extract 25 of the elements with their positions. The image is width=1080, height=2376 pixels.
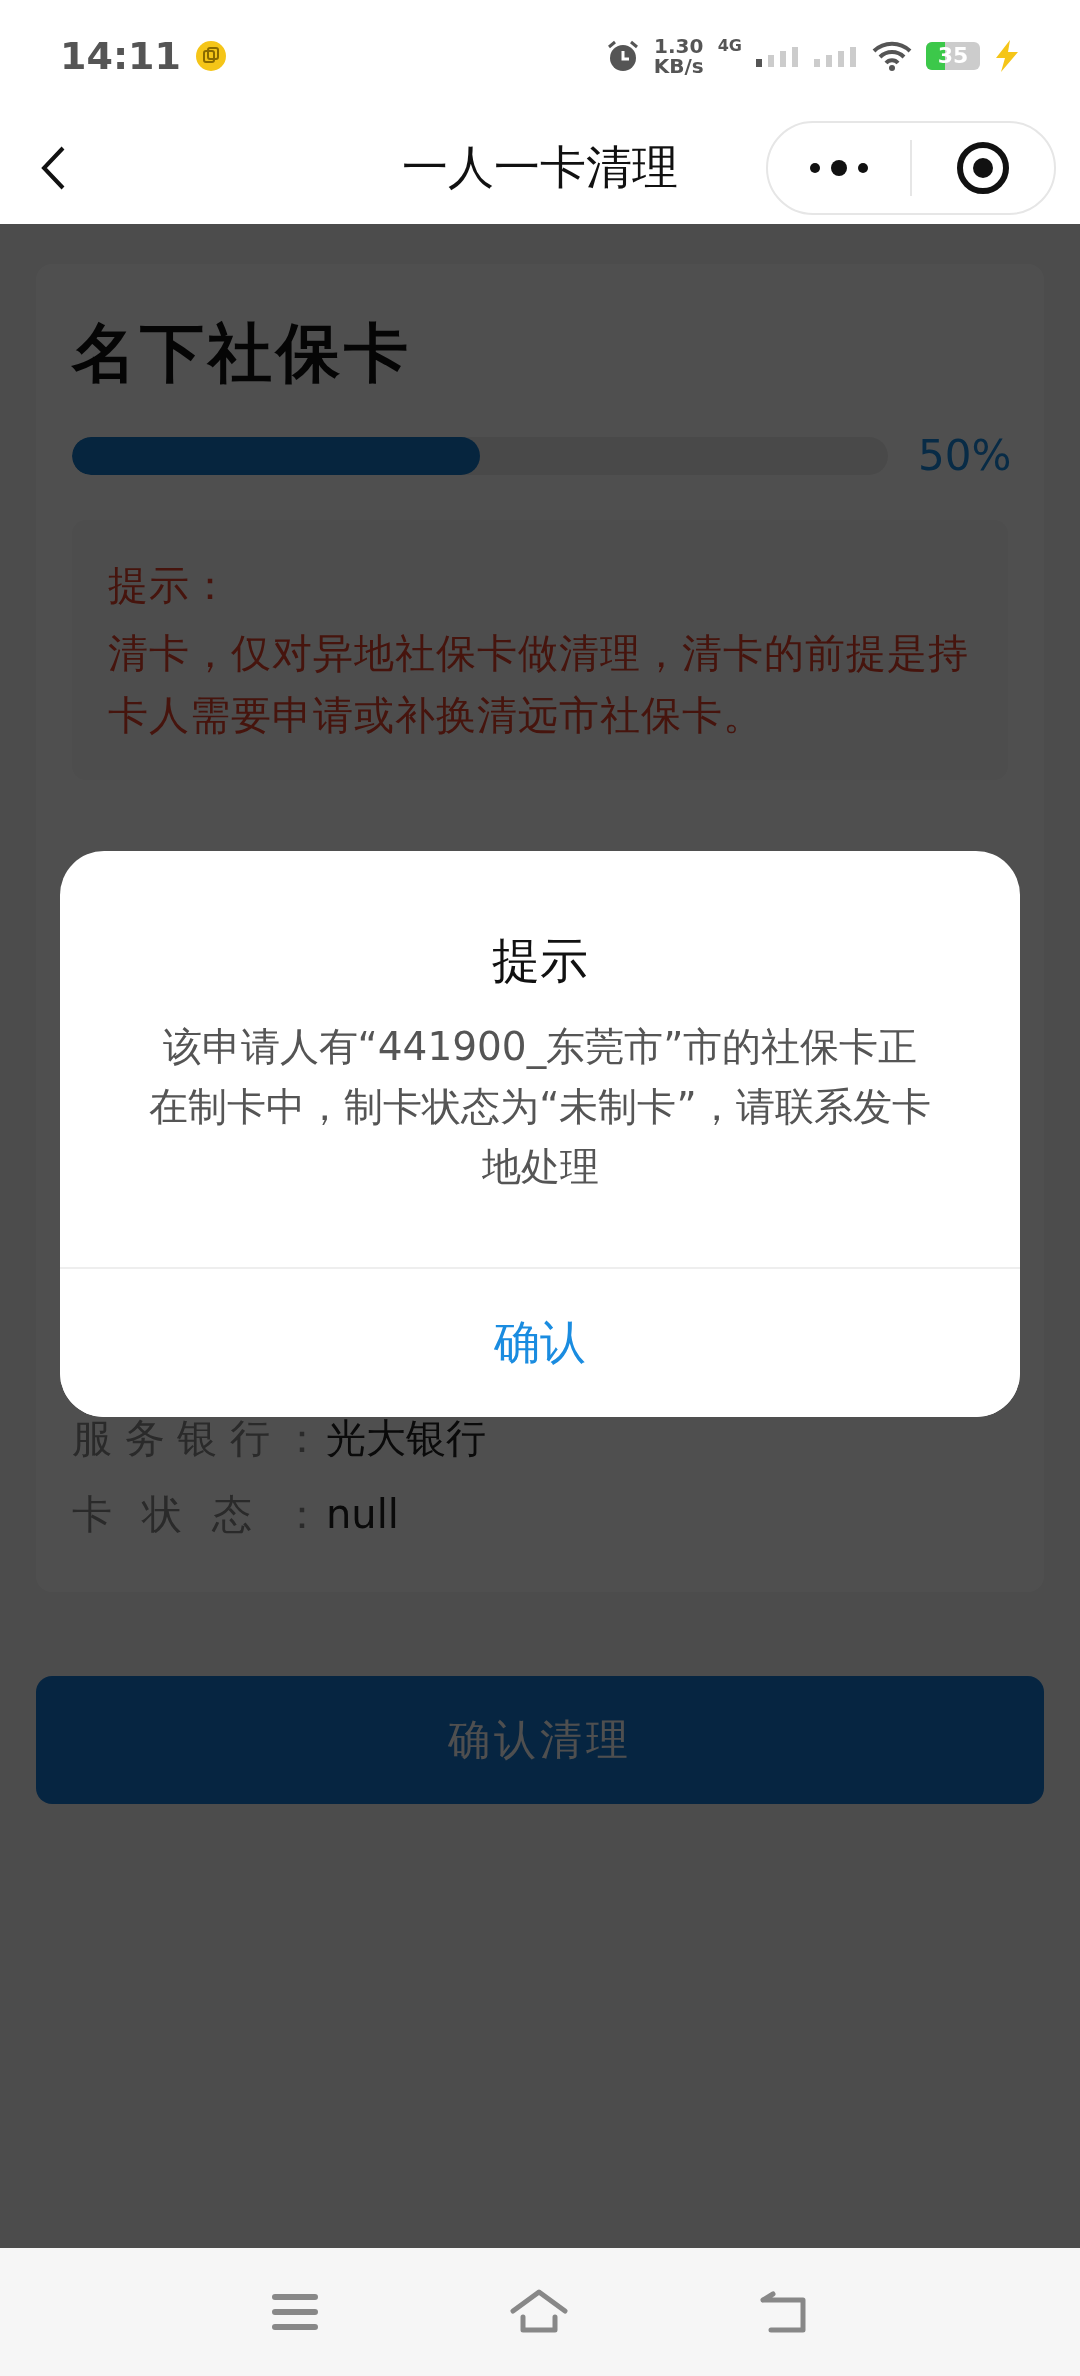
more-icon (807, 160, 871, 176)
signal-icon (756, 45, 800, 67)
tip-text: 清卡，仅对异地社保卡做清理，清卡的前提是持卡人需要申请或补换清远市社保卡。 (108, 629, 970, 740)
dialog-title: 提示 (492, 931, 588, 990)
menu-icon[interactable] (271, 2292, 319, 2332)
back-icon[interactable] (759, 2289, 809, 2335)
field-value: null (326, 1491, 399, 1537)
target-icon (956, 141, 1010, 195)
signal-icon (814, 45, 858, 67)
dialog-message: 该申请人有“441900_东莞市”市的社保卡正在制卡中，制卡状态为“未制卡”，请联系发卡地处理 (148, 1023, 932, 1191)
tip-heading: 提示： (108, 561, 232, 610)
status-time: 14:11 (60, 34, 181, 78)
confirm-clean-button[interactable]: 确认清理 (36, 1676, 1044, 1804)
network-speed: 1.30 (654, 36, 704, 56)
chevron-left-icon (40, 145, 66, 191)
network-type: 4G (717, 35, 742, 55)
lightning-icon (994, 40, 1020, 72)
alarm-icon (605, 39, 640, 73)
speed-unit: KB/s (653, 56, 704, 76)
notification-icon (194, 40, 227, 72)
wifi-icon (872, 40, 912, 72)
card-title: 名下社保卡 (72, 315, 413, 392)
home-icon[interactable] (509, 2289, 569, 2335)
page-title: 一人一卡清理 (402, 140, 678, 194)
progress-label: 50% (918, 431, 1008, 480)
